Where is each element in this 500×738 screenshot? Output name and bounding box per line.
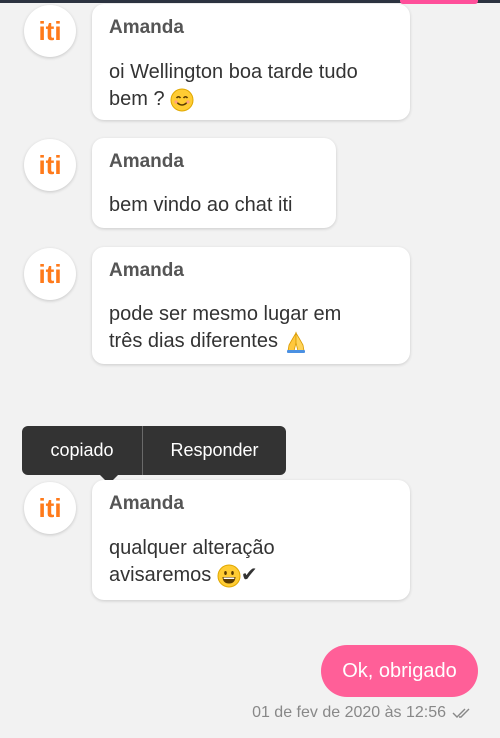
message-context-menu: copiado Responder xyxy=(22,426,286,484)
svg-text:iti: iti xyxy=(38,493,61,523)
double-check-icon xyxy=(452,708,470,718)
message-bubble[interactable]: Amanda oi Wellington boa tarde tudo bem … xyxy=(92,4,410,120)
avatar[interactable]: iti xyxy=(24,5,76,57)
message-bubble[interactable]: Amanda bem vindo ao chat iti xyxy=(92,138,336,228)
grinning-face-icon xyxy=(217,564,241,588)
message-text: pode ser mesmo lugar em três dias difere… xyxy=(109,303,342,353)
outgoing-message-text: Ok, obrigado xyxy=(342,659,457,682)
iti-logo-icon: iti xyxy=(38,493,61,523)
outgoing-message-bubble[interactable]: Ok, obrigado xyxy=(321,645,478,697)
message-timestamp: 01 de fev de 2020 às 12:56 xyxy=(252,704,474,722)
previous-outgoing-bubble-edge xyxy=(400,0,478,4)
sender-name: Amanda xyxy=(109,260,184,281)
message-bubble-selected[interactable]: Amanda qualquer alteração avisaremos ✔ xyxy=(92,480,410,600)
svg-text:iti: iti xyxy=(38,150,61,180)
folded-hands-icon xyxy=(286,331,305,353)
message-text: bem vindo ao chat iti xyxy=(109,194,293,216)
sender-name: Amanda xyxy=(109,151,184,172)
copy-option[interactable]: copiado xyxy=(22,426,142,475)
svg-text:iti: iti xyxy=(38,259,61,289)
avatar[interactable]: iti xyxy=(24,248,76,300)
svg-text:iti: iti xyxy=(38,16,61,46)
sender-name: Amanda xyxy=(109,493,184,514)
avatar[interactable]: iti xyxy=(24,139,76,191)
iti-logo-icon: iti xyxy=(38,259,61,289)
iti-logo-icon: iti xyxy=(38,16,61,46)
message-text: qualquer alteração avisaremos ✔ xyxy=(109,537,275,588)
smiling-face-icon xyxy=(170,88,194,112)
message-bubble[interactable]: Amanda pode ser mesmo lugar em três dias… xyxy=(92,247,410,364)
avatar[interactable]: iti xyxy=(24,482,76,534)
iti-logo-icon: iti xyxy=(38,150,61,180)
sender-name: Amanda xyxy=(109,17,184,38)
reply-option[interactable]: Responder xyxy=(143,426,286,475)
message-text: oi Wellington boa tarde tudo bem ? xyxy=(109,61,358,112)
